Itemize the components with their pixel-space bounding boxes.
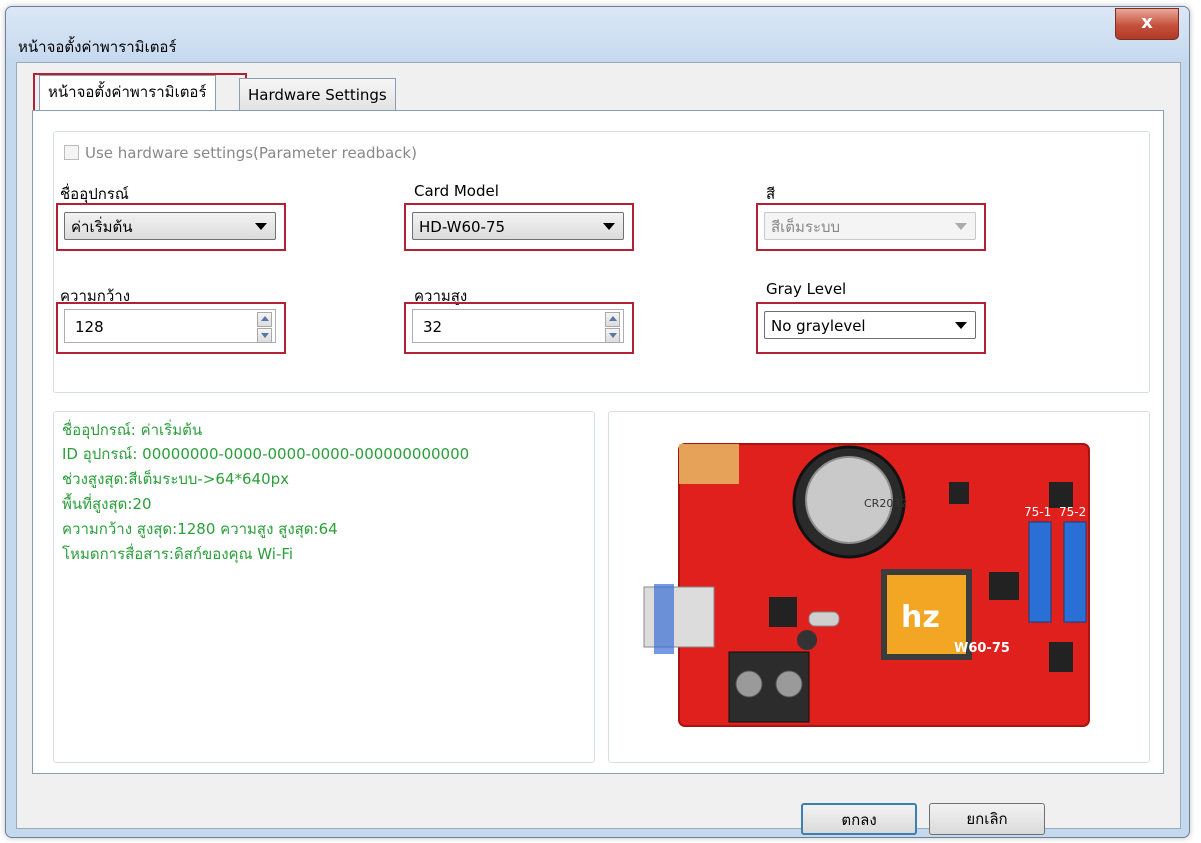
chip-logo: hz bbox=[901, 600, 940, 635]
wifi-label bbox=[654, 584, 674, 654]
ok-button[interactable]: ตกลง bbox=[801, 803, 917, 835]
gray-level-label: Gray Level bbox=[766, 280, 847, 298]
chevron-down-icon bbox=[955, 322, 967, 329]
close-button[interactable]: x bbox=[1115, 8, 1179, 40]
info-line: ช่วงสูงสุด:สีเต็มระบบ->64*640px bbox=[62, 470, 290, 488]
cancel-button[interactable]: ยกเลิก bbox=[929, 803, 1045, 835]
gray-level-value: No graylevel bbox=[771, 317, 866, 335]
header-label-1: 75-1 bbox=[1024, 505, 1051, 519]
controller-card-image: CR2032 hz 75-1 75-2 W60-75 bbox=[643, 443, 1090, 727]
checkbox-box[interactable] bbox=[64, 145, 79, 160]
header-75-1 bbox=[1028, 521, 1052, 623]
parameters-group: Use hardware settings(Parameter readback… bbox=[53, 131, 1150, 393]
height-value: 32 bbox=[423, 318, 443, 336]
device-name-select[interactable]: ค่าเริ่มต้น bbox=[64, 212, 276, 240]
capacitor bbox=[797, 630, 817, 650]
tab-page: Use hardware settings(Parameter readback… bbox=[32, 110, 1164, 774]
chevron-down-icon bbox=[255, 223, 267, 230]
height-spin-buttons bbox=[605, 312, 620, 343]
spin-up-icon[interactable] bbox=[257, 312, 272, 327]
small-chip bbox=[1049, 642, 1073, 672]
info-line: ID อุปกรณ์: 00000000-0000-0000-0000-0000… bbox=[62, 445, 470, 463]
info-line: ความกว้าง สูงสุด:1280 ความสูง สูงสุด:64 bbox=[62, 520, 338, 538]
card-model-label: Card Model bbox=[414, 182, 499, 200]
device-name-value: ค่าเริ่มต้น bbox=[71, 218, 133, 236]
gray-level-select[interactable]: No graylevel bbox=[764, 311, 976, 339]
small-chip bbox=[949, 482, 969, 504]
color-select: สีเต็มระบบ bbox=[764, 212, 976, 240]
battery-text: CR2032 bbox=[864, 497, 907, 510]
antenna-area bbox=[679, 444, 739, 484]
device-info-panel: ชื่ออุปกรณ์: ค่าเริ่มต้น ID อุปกรณ์: 000… bbox=[53, 411, 595, 763]
info-line: ชื่ออุปกรณ์: ค่าเริ่มต้น bbox=[62, 421, 203, 439]
use-hardware-label: Use hardware settings(Parameter readback… bbox=[85, 144, 417, 162]
screw-terminal bbox=[775, 670, 803, 698]
crystal bbox=[808, 611, 840, 627]
title-bar: หน้าจอตั้งค่าพารามิเตอร์ x bbox=[6, 7, 1189, 59]
header-75-2 bbox=[1063, 521, 1087, 623]
info-line: โหมดการสื่อสาร:ดิสก์ของคุณ Wi-Fi bbox=[62, 545, 294, 563]
chevron-down-icon bbox=[955, 223, 967, 230]
tab-hardware-settings[interactable]: Hardware Settings bbox=[239, 78, 396, 111]
width-value: 128 bbox=[75, 318, 104, 336]
card-photo-panel: CR2032 hz 75-1 75-2 W60-75 bbox=[608, 411, 1150, 763]
small-chip bbox=[989, 572, 1019, 600]
small-chip bbox=[769, 597, 797, 627]
screw-terminal bbox=[735, 670, 763, 698]
dialog-window: หน้าจอตั้งค่าพารามิเตอร์ x หน้าจอตั้งค่า… bbox=[5, 6, 1190, 838]
card-model-select[interactable]: HD-W60-75 bbox=[412, 212, 624, 240]
width-spin-buttons bbox=[257, 312, 272, 343]
width-stepper[interactable]: 128 bbox=[64, 309, 276, 343]
board-model-text: W60-75 bbox=[954, 641, 1010, 656]
card-model-value: HD-W60-75 bbox=[419, 218, 506, 236]
spin-up-icon[interactable] bbox=[605, 312, 620, 327]
header-label-2: 75-2 bbox=[1059, 505, 1086, 519]
color-value: สีเต็มระบบ bbox=[771, 218, 841, 236]
use-hardware-checkbox[interactable]: Use hardware settings(Parameter readback… bbox=[64, 144, 417, 162]
window-title: หน้าจอตั้งค่าพารามิเตอร์ bbox=[18, 38, 177, 56]
height-stepper[interactable]: 32 bbox=[412, 309, 624, 343]
chevron-down-icon bbox=[603, 223, 615, 230]
info-line: พื้นที่สูงสุด:20 bbox=[62, 495, 152, 513]
spin-down-icon[interactable] bbox=[257, 328, 272, 343]
spin-down-icon[interactable] bbox=[605, 328, 620, 343]
dialog-client: หน้าจอตั้งค่าพารามิเตอร์ Hardware Settin… bbox=[16, 62, 1181, 835]
